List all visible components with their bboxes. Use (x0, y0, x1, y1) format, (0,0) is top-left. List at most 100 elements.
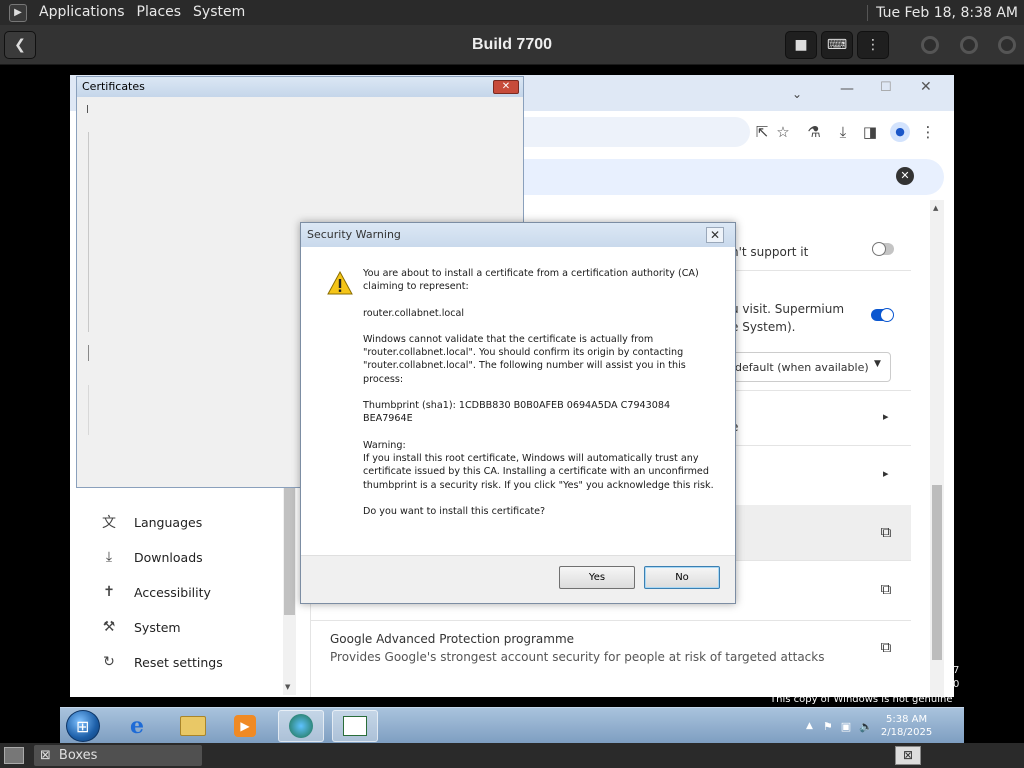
show-desktop-icon[interactable] (4, 747, 24, 764)
list-border (88, 345, 89, 361)
watermark-digits: 7 0 (953, 665, 960, 690)
share-icon[interactable]: ⇱ (752, 122, 772, 142)
sidebar-item-accessibility[interactable]: ✝ Accessibility (98, 579, 278, 605)
message-warning-label: Warning: (363, 439, 406, 451)
start-button[interactable]: ⊞ (66, 710, 100, 742)
message-thumbprint: Thumbprint (sha1): 1CDBB830 B0B0AFEB 069… (363, 400, 671, 425)
divider (311, 620, 911, 621)
workspace-switcher[interactable]: ⊠ (895, 746, 921, 765)
places-menu[interactable]: Places (131, 0, 188, 25)
message-question: Do you want to install this certificate? (363, 505, 546, 517)
sidepanel-icon[interactable]: ◨ (860, 122, 880, 142)
scroll-thumb[interactable] (932, 485, 942, 660)
menu-button[interactable]: ⋮ (857, 31, 889, 59)
settings-search-box[interactable] (490, 159, 944, 195)
applications-menu[interactable]: Applications (33, 0, 131, 25)
reset-icon: ↻ (103, 654, 115, 670)
download-icon[interactable]: ⤓ (833, 122, 853, 142)
sidebar-item-languages[interactable]: 文 Languages (98, 509, 278, 535)
network-icon[interactable]: ▣ (841, 720, 851, 733)
dialog-title: Security Warning (301, 223, 735, 247)
message-hostname: router.collabnet.local (363, 307, 465, 319)
tab-list-chevron-icon[interactable]: ⌄ (792, 87, 802, 101)
close-icon[interactable]: ✕ (920, 79, 932, 95)
gnome-foot-icon[interactable]: ▶ (9, 3, 27, 22)
no-button[interactable]: No (644, 566, 720, 589)
toggle-knob (872, 242, 886, 256)
dialog-body: You are about to install a certificate f… (301, 247, 735, 555)
sidebar-item-reset-settings[interactable]: ↻ Reset settings (98, 649, 278, 675)
sidebar-scrollbar[interactable]: ▼ (283, 485, 296, 695)
sidebar-item-label: Downloads (134, 549, 203, 565)
row-text-2: e System). (731, 320, 796, 334)
minimize-icon[interactable]: — (840, 81, 854, 97)
maximize-icon[interactable]: ☐ (880, 80, 892, 95)
dropdown-value: default (when available) (735, 361, 869, 374)
vm-display[interactable]: ⌄ — ☐ ✕ ⇱ ☆ ⚗ ⤓ ◨ ● ⋮ ✕ n't support it u… (70, 75, 954, 697)
clear-search-icon[interactable]: ✕ (896, 167, 914, 185)
browser-taskbar-icon[interactable] (278, 710, 324, 742)
dropdown-select[interactable]: default (when available) ▼ (721, 352, 891, 382)
scroll-down-icon[interactable]: ▼ (285, 683, 290, 691)
row-text: u visit. Supermium (731, 302, 845, 316)
scroll-thumb[interactable] (284, 485, 295, 615)
taskbar-item-boxes[interactable]: ⊠ Boxes (34, 745, 202, 766)
toggle-off[interactable] (872, 242, 894, 256)
external-link-icon[interactable]: ⧉ (877, 638, 895, 656)
dialog-message: You are about to install a certificate f… (363, 267, 715, 531)
cursor-mark (87, 105, 88, 113)
maximize-circle-icon[interactable] (960, 36, 978, 54)
tray-clock[interactable]: 5:38 AM 2/18/2025 (881, 713, 932, 739)
settings-sidebar: 文 Languages ⤓ Downloads ✝ Accessibility … (80, 485, 295, 695)
certificates-title: Certificates (77, 77, 523, 97)
boxes-icon: ⊠ (40, 748, 51, 763)
row-text: n't support it (731, 245, 809, 259)
scroll-up-icon[interactable]: ▲ (933, 204, 938, 212)
star-icon[interactable]: ☆ (773, 122, 793, 142)
list-border (88, 385, 89, 435)
sidebar-item-system[interactable]: ⚒ System (98, 614, 278, 640)
keyboard-button[interactable]: ⌨ (821, 31, 853, 59)
sidebar-item-downloads[interactable]: ⤓ Downloads (98, 544, 278, 570)
back-button[interactable]: ❮ (4, 31, 36, 59)
profile-icon[interactable]: ● (890, 122, 910, 142)
boxes-header-bar: Build 7700 ❮ ■ ⌨ ⋮ (0, 25, 1024, 65)
internet-explorer-icon[interactable]: e (114, 710, 160, 742)
external-link-icon[interactable]: ⧉ (877, 523, 895, 541)
gnome-bottom-panel: ⊠ Boxes ⊠ (0, 743, 1024, 768)
message-intro: You are about to install a certificate f… (363, 268, 699, 293)
sidebar-item-label: Accessibility (134, 584, 211, 600)
panel-clock[interactable]: Tue Feb 18, 8:38 AM (867, 4, 1024, 21)
accessibility-icon: ✝ (103, 584, 115, 600)
task-label: Boxes (58, 748, 98, 763)
close-circle-icon[interactable] (998, 36, 1016, 54)
system-menu[interactable]: System (187, 0, 251, 25)
sidebar-item-label: Languages (134, 514, 203, 530)
sidebar-item-label: Reset settings (134, 654, 223, 670)
dialog-footer: Yes No (301, 555, 735, 603)
kebab-menu-icon[interactable]: ⋮ (918, 122, 938, 142)
file-explorer-icon[interactable] (170, 710, 216, 742)
minimize-circle-icon[interactable] (921, 36, 939, 54)
close-icon[interactable]: ✕ (493, 80, 519, 94)
chevron-right-icon[interactable]: ▸ (883, 410, 889, 423)
sidebar-item-label: System (134, 619, 181, 635)
media-player-icon[interactable]: ▶ (222, 710, 268, 742)
yes-button[interactable]: Yes (559, 566, 635, 589)
settings-scrollbar[interactable]: ▲ (930, 200, 944, 697)
message-validation: Windows cannot validate that the certifi… (363, 333, 686, 385)
external-link-icon[interactable]: ⧉ (877, 580, 895, 598)
chevron-right-icon[interactable]: ▸ (883, 467, 889, 480)
translate-icon: 文 (102, 515, 116, 531)
extensions-icon[interactable]: ⚗ (804, 122, 824, 142)
windows-taskbar: ⊞ e ▶ ▲ ⚑ ▣ 🔈 5:38 AM 2/18/2025 (60, 707, 964, 743)
stop-button[interactable]: ■ (785, 31, 817, 59)
flag-icon[interactable]: ⚑ (823, 720, 833, 733)
close-icon[interactable]: ✕ (706, 227, 724, 243)
list-border (88, 132, 89, 332)
show-hidden-icons[interactable]: ▲ (806, 721, 813, 731)
certmgr-taskbar-icon[interactable] (332, 710, 378, 742)
toggle-on[interactable] (871, 308, 894, 322)
kebab-menu-icon: ⋮ (866, 37, 880, 53)
volume-icon[interactable]: 🔈 (859, 720, 873, 733)
